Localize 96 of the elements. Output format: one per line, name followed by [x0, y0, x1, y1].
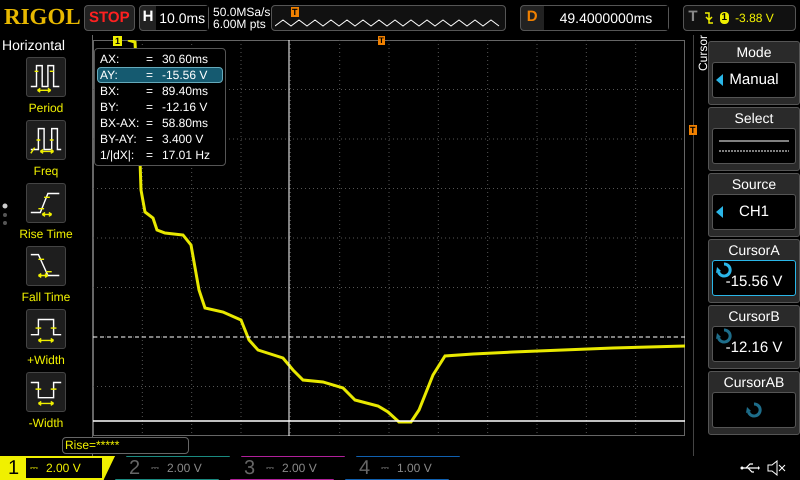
trigger-label: T	[688, 7, 698, 28]
measure-button[interactable]	[26, 246, 66, 286]
menu-item[interactable]: CursorA -15.56 V	[708, 239, 800, 303]
measure-label: Fall Time	[22, 289, 70, 306]
readout-label: BX:	[100, 84, 120, 98]
coupling-symbol: ⎓	[151, 462, 159, 476]
readout-sign: =	[146, 84, 154, 98]
channel-scale: 2.00 V	[167, 460, 202, 477]
menu-item-label: Source	[732, 175, 776, 194]
readout-value: -12.16 V	[162, 100, 208, 114]
measure-label: +Width	[27, 352, 65, 369]
readout-label: BY:	[100, 100, 120, 114]
logo: RIGOL	[4, 3, 80, 32]
channel-number: 1	[8, 456, 20, 480]
coupling-symbol: ⎓	[381, 462, 389, 476]
readout-sign: =	[146, 116, 154, 130]
channel-tab[interactable]: 3 ⎓ 2.00 V	[230, 456, 345, 480]
readout-sign: =	[146, 52, 154, 66]
channel-number: 3	[244, 456, 256, 480]
knob-icon	[746, 402, 762, 418]
menu-item-value: Manual	[729, 70, 779, 90]
run-state[interactable]: STOP	[84, 4, 135, 30]
menu-item-value: CH1	[738, 202, 769, 222]
readout-sign: =	[146, 132, 154, 146]
trigger-panel[interactable]: T 1 -3.88 V	[683, 4, 796, 30]
delay-value: 49.4000000ms	[544, 6, 668, 30]
trigger-position-marker: T	[378, 36, 385, 45]
measure-button[interactable]	[26, 183, 66, 223]
readout-label: AY:	[100, 68, 119, 82]
channel-tab[interactable]: 1 ⎓ 2.00 V	[0, 456, 115, 480]
readout-value: -15.56 V	[162, 68, 208, 82]
readout-label: 1/|dX|:	[100, 148, 136, 162]
page-indicator-icon	[2, 203, 8, 227]
left-arrow-icon	[716, 74, 723, 86]
falling-edge-icon	[704, 10, 714, 24]
readout-sign: =	[146, 68, 154, 82]
menu-item[interactable]: Mode Manual	[708, 41, 800, 105]
measure-button[interactable]	[26, 57, 66, 97]
measure-button[interactable]	[26, 120, 66, 160]
readout-sign: =	[146, 148, 154, 162]
channel-tab[interactable]: 4 ⎓ 1.00 V	[345, 456, 460, 480]
readout-value: 3.400 V	[162, 132, 204, 146]
delay-panel[interactable]: D 49.4000000ms	[520, 4, 670, 30]
measure-label: -Width	[28, 415, 64, 432]
measure-label: Period	[28, 100, 64, 117]
trigger-position-marker: T	[291, 6, 299, 16]
menu-item-label: Mode	[736, 43, 772, 62]
menu-item-label: Select	[734, 109, 774, 128]
trigger-source: 1	[720, 12, 730, 24]
menu-item-value: -15.56 V	[726, 272, 782, 292]
menu-title: Horizontal	[1, 36, 66, 55]
timebase-value: 10.0ms	[156, 6, 208, 30]
cursor-line[interactable]	[93, 336, 685, 338]
measure-label: Freq	[34, 163, 58, 180]
channel-number: 2	[129, 456, 142, 480]
readout-value: 17.01 Hz	[162, 148, 210, 162]
usb-icon	[740, 463, 760, 473]
menu-item-label: CursorB	[728, 307, 780, 326]
measure-label: Rise Time	[19, 226, 73, 243]
delay-label: D	[526, 7, 539, 28]
cursor-lines-icon	[719, 138, 789, 154]
menu-item-label: CursorA	[728, 241, 780, 260]
channel-scale: 1.00 V	[397, 460, 432, 477]
menu-item-label: CursorAB	[724, 373, 784, 392]
readout-sign: =	[146, 100, 154, 114]
channel-tab[interactable]: 2 ⎓ 2.00 V	[115, 456, 230, 480]
coupling-symbol: ⎓	[266, 462, 274, 476]
channel-number: 4	[359, 456, 372, 480]
menu-item[interactable]: Source CH1	[708, 173, 800, 237]
menu-title: Cursor	[695, 35, 708, 74]
menu-item[interactable]: CursorAB	[708, 371, 800, 435]
menu-item[interactable]: Select	[708, 107, 800, 171]
highlighted-row[interactable]: AY: = -15.56 V	[97, 67, 223, 83]
readout-label: BX-AX:	[100, 116, 140, 130]
memory-depth: 6.00M pts	[213, 18, 267, 30]
trigger-level: -3.88 V	[735, 10, 774, 26]
readout-value: 89.40ms	[162, 84, 208, 98]
speaker-muted-icon	[766, 460, 786, 476]
coupling-symbol: ⎓	[30, 462, 38, 476]
timebase-label: H	[142, 7, 154, 28]
readout-value: 30.60ms	[162, 52, 208, 66]
measure-button[interactable]	[26, 309, 66, 349]
left-arrow-icon	[716, 206, 723, 218]
readout-label: BY-AY:	[100, 132, 138, 146]
channel-scale: 2.00 V	[46, 460, 81, 477]
channel-marker: 1	[113, 36, 122, 46]
timebase-panel[interactable]: H 10.0ms	[138, 4, 210, 30]
menu-item-value: -12.16 V	[726, 338, 782, 358]
readout-value: 58.80ms	[162, 116, 208, 130]
measure-button[interactable]	[26, 372, 66, 412]
readout-label: AX:	[100, 52, 120, 66]
sample-rate: 50.0MSa/s	[213, 6, 268, 18]
channel-scale: 2.00 V	[282, 460, 317, 477]
trigger-level-marker: T	[689, 125, 696, 135]
measurement-result: Rise=*****	[62, 437, 189, 454]
menu-item[interactable]: CursorB -12.16 V	[708, 305, 800, 369]
